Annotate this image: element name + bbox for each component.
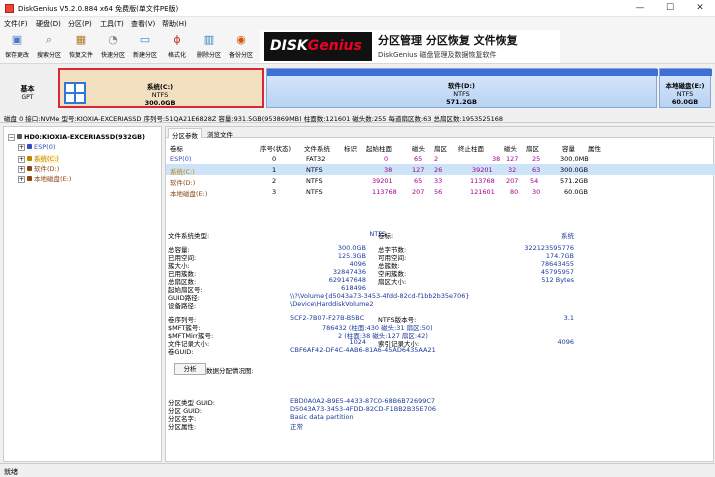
partition-d-fs: NTFS	[453, 90, 470, 98]
expand-icon[interactable]: +	[18, 175, 25, 183]
tab-bar: 分区参数 浏览文件	[166, 127, 715, 140]
partition-d-name: 软件(D:)	[448, 82, 475, 90]
disk-scheme-label: GPT	[21, 94, 34, 101]
partition-icon	[27, 156, 32, 161]
partition-c-name: 系统(C:)	[146, 83, 174, 91]
partition-icon	[27, 176, 32, 181]
search-partition-icon: ⌕	[45, 33, 53, 46]
maximize-button[interactable]: ☐	[655, 0, 685, 17]
tree-item-esp[interactable]: + ESP(0)	[18, 143, 55, 151]
disk-tree: − HD0:KIOXIA-EXCERIASSD(932GB) + ESP(0) + 系…	[3, 126, 162, 462]
quick-partition-icon: ◔	[108, 33, 118, 46]
format-icon: ϕ	[173, 33, 181, 46]
menu-tools[interactable]: 工具(T)	[100, 19, 124, 29]
disk-icon	[17, 134, 22, 139]
table-row[interactable]: ESP(0) 0 FAT32 0 65 2 38 127 25 300.0MB	[166, 153, 715, 164]
menu-help[interactable]: 帮助(H)	[162, 19, 187, 29]
format-button[interactable]: ϕ 格式化	[161, 31, 193, 62]
allocation-map-label: 数据分配情况图:	[206, 367, 254, 375]
partition-d-size: 571.2GB	[446, 98, 477, 106]
delete-partition-icon: ▥	[203, 33, 215, 46]
diskgenius-logo: DISKGenius	[264, 32, 372, 61]
menu-bar: 文件(F) 硬盘(D) 分区(P) 工具(T) 查看(V) 帮助(H)	[0, 17, 715, 30]
banner-slogan: 分区管理 分区恢复 文件恢复	[378, 34, 518, 47]
windows-icon	[64, 82, 86, 104]
app-icon	[5, 4, 14, 13]
new-partition-icon: ▭	[139, 33, 151, 46]
disk-map: 基本 GPT 系统(C:) NTFS 300.0GB 软件(D:) NTFS 5…	[0, 65, 715, 110]
table-row[interactable]: 系统(C:) 1 NTFS 38 127 26 39201 32 63 300.…	[166, 164, 715, 176]
new-partition-button[interactable]: ▭ 新建分区	[129, 31, 161, 62]
save-changes-button[interactable]: ▣ 保存更改	[1, 31, 33, 62]
tree-item-c[interactable]: + 系统(C:)	[18, 153, 59, 163]
expand-icon[interactable]: +	[18, 165, 25, 173]
menu-view[interactable]: 查看(V)	[131, 19, 155, 29]
analyze-button[interactable]: 分析	[174, 363, 206, 375]
menu-partition[interactable]: 分区(P)	[68, 19, 92, 29]
collapse-icon[interactable]: −	[8, 133, 15, 141]
partition-e-size: 60.0GB	[671, 98, 699, 106]
partition-detail-panel: 分区参数 浏览文件 卷标 序号(状态) 文件系统 标识 起始柱面 磁头 扇区 终…	[165, 126, 715, 462]
partition-e-name: 本地磁盘(E:)	[665, 82, 705, 90]
disk-type-label: 基本	[20, 85, 35, 93]
partition-c-size: 300.0GB	[144, 99, 176, 107]
close-button[interactable]: ✕	[685, 0, 715, 17]
table-header: 卷标 序号(状态) 文件系统 标识 起始柱面 磁头 扇区 终止柱面 磁头 扇区 …	[170, 145, 601, 153]
title-bar: DiskGenius V5.2.0.884 x64 免费版(单文件PE版) — …	[0, 0, 715, 17]
tab-browse-files[interactable]: 浏览文件	[204, 128, 236, 139]
partition-block-e[interactable]: 本地磁盘(E:) NTFS 60.0GB	[659, 68, 712, 108]
partition-e-fs: NTFS	[676, 90, 694, 98]
partition-block-d[interactable]: 软件(D:) NTFS 571.2GB	[266, 68, 658, 108]
partition-block-c[interactable]: 系统(C:) NTFS 300.0GB	[58, 68, 264, 108]
banner: DISKGenius 分区管理 分区恢复 文件恢复 DiskGenius 磁盘管…	[260, 30, 560, 63]
tree-item-d[interactable]: + 软件(D:)	[18, 163, 59, 173]
disk-info-bar: 磁盘 0 接口:NVMe 型号:KIOXIA-EXCERIASSD 序列号:51…	[0, 111, 715, 123]
backup-partition-button[interactable]: ◉ 备份分区	[225, 31, 257, 62]
menu-file[interactable]: 文件(F)	[4, 19, 28, 29]
backup-partition-icon: ◉	[236, 33, 246, 46]
window-title: DiskGenius V5.2.0.884 x64 免费版(单文件PE版)	[18, 5, 179, 13]
menu-disk[interactable]: 硬盘(D)	[36, 19, 61, 29]
table-row[interactable]: 软件(D:) 2 NTFS 39201 65 33 113768 207 54 …	[166, 175, 715, 187]
partition-icon	[27, 144, 32, 149]
table-row[interactable]: 本地磁盘(E:) 3 NTFS 113768 207 56 121601 80 …	[166, 186, 715, 198]
banner-subtitle: DiskGenius 磁盘管理及数据恢复软件	[378, 51, 497, 59]
recover-file-button[interactable]: ▦ 恢复文件	[65, 31, 97, 62]
recover-file-icon: ▦	[75, 33, 87, 46]
partition-icon	[27, 166, 32, 171]
search-partition-button[interactable]: ⌕ 搜索分区	[33, 31, 65, 62]
expand-icon[interactable]: +	[18, 143, 25, 151]
status-bar: 就绪	[0, 463, 715, 477]
minimize-button[interactable]: —	[625, 0, 655, 17]
tree-disk-root[interactable]: − HD0:KIOXIA-EXCERIASSD(932GB)	[8, 133, 145, 141]
partition-info: 文件系统类型: NTFS 卷标: 系统 总容量: 300.0GB 已用空间: 125…	[168, 230, 574, 431]
expand-icon[interactable]: +	[18, 155, 25, 163]
partition-table: 卷标 序号(状态) 文件系统 标识 起始柱面 磁头 扇区 终止柱面 磁头 扇区 …	[166, 139, 715, 201]
save-icon: ▣	[11, 33, 23, 46]
tree-item-e[interactable]: + 本地磁盘(E:)	[18, 173, 71, 183]
partition-c-fs: NTFS	[151, 91, 169, 99]
tab-partition-params[interactable]: 分区参数	[168, 128, 202, 140]
delete-partition-button[interactable]: ▥ 删除分区	[193, 31, 225, 62]
quick-partition-button[interactable]: ◔ 快速分区	[97, 31, 129, 62]
disk-type-panel[interactable]: 基本 GPT	[0, 65, 55, 110]
